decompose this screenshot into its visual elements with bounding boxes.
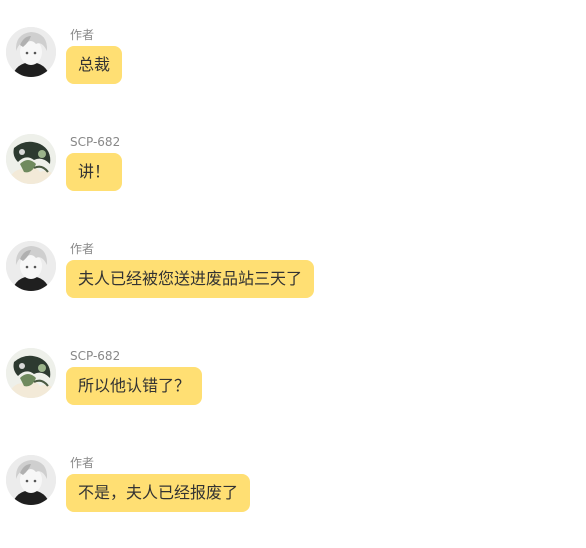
- author-avatar[interactable]: [6, 241, 56, 291]
- author-avatar[interactable]: [6, 455, 56, 505]
- message-bubble[interactable]: 总裁: [66, 46, 123, 84]
- scp-682-avatar[interactable]: [6, 348, 56, 398]
- chat-log: 作者 总裁 SCP-682 讲！ 作者 夫人已经被您送进废品站三天了 SCP-6…: [0, 0, 586, 548]
- sender-name: 作者: [70, 242, 95, 256]
- sender-name: 作者: [70, 456, 95, 470]
- sender-name: SCP-682: [70, 349, 121, 363]
- scp-682-avatar[interactable]: [6, 134, 56, 184]
- sender-name: SCP-682: [70, 135, 121, 149]
- message-bubble[interactable]: 所以他认错了？: [66, 367, 203, 405]
- message-bubble[interactable]: 夫人已经被您送进废品站三天了: [66, 260, 315, 298]
- message-bubble[interactable]: 不是，夫人已经报废了: [66, 474, 251, 512]
- sender-name: 作者: [70, 28, 95, 42]
- author-avatar[interactable]: [6, 27, 56, 77]
- message-bubble[interactable]: 讲！: [66, 153, 123, 191]
